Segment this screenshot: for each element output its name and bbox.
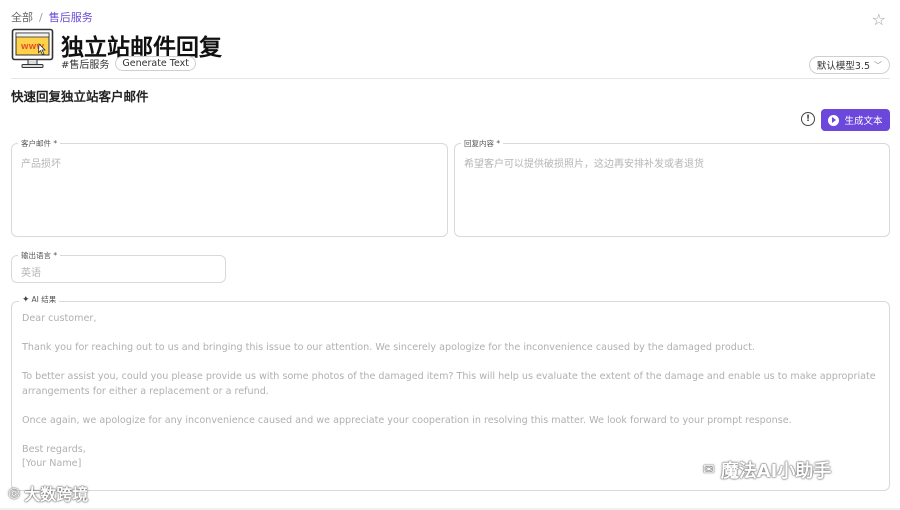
ai-result-label: ✦ AI 结果 <box>19 294 60 305</box>
app-icon: WWW <box>11 28 54 70</box>
sparkle-icon: ✦ <box>22 294 30 305</box>
watermark-left-text: 大数跨境 <box>24 485 89 504</box>
watermark-left: ◎ 大数跨境 <box>8 481 88 505</box>
favorite-star-icon[interactable]: ☆ <box>872 10 886 29</box>
monitor-email-icon: WWW <box>11 28 54 68</box>
chevron-down-icon: ﹀ <box>874 60 882 70</box>
generate-button[interactable]: 生成文本 <box>821 109 890 131</box>
model-select-value: 默认模型3.5 <box>816 61 870 72</box>
output-language-label: 输出语言 * <box>18 250 61 261</box>
watermark-right: ✉ 魔法AI小助手 <box>703 457 831 483</box>
model-select[interactable]: 默认模型3.5 ﹀ <box>808 56 890 74</box>
reply-content-label: 回复内容 * <box>461 138 504 149</box>
type-tag: Generate Text <box>115 56 196 71</box>
customer-email-value: 产品损坏 <box>21 159 61 170</box>
breadcrumb-root[interactable]: 全部 <box>11 9 33 25</box>
play-icon <box>828 114 840 126</box>
watermark-right-text: 魔法AI小助手 <box>720 461 832 482</box>
wechat-icon: ✉ <box>703 462 715 478</box>
result-line: Thank you for reaching out to us and bri… <box>22 342 755 353</box>
ai-result-label-text: AI 结果 <box>31 295 57 304</box>
reply-content-value: 希望客户可以提供破损照片，这边再安排补发或者退货 <box>464 159 704 170</box>
result-line: Best regards, <box>22 443 86 455</box>
output-language-value: 英语 <box>21 268 41 279</box>
generate-button-label: 生成文本 <box>844 116 883 127</box>
info-icon[interactable]: ! <box>801 112 815 126</box>
result-line: Dear customer, <box>22 313 97 324</box>
breadcrumb-current[interactable]: 售后服务 <box>49 9 93 25</box>
watermark-logo-icon: ◎ <box>8 485 21 501</box>
customer-email-field[interactable] <box>11 143 448 237</box>
customer-email-label: 客户邮件 * <box>18 138 61 149</box>
breadcrumb: 全部 / 售后服务 <box>11 9 93 25</box>
header-divider <box>11 78 890 79</box>
tag-row: #售后服务 Generate Text <box>61 56 196 71</box>
category-tag[interactable]: #售后服务 <box>61 56 109 71</box>
breadcrumb-separator: / <box>39 10 43 24</box>
page-subtitle: 快速回复独立站客户邮件 <box>11 89 149 104</box>
result-line: Once again, we apologize for any inconve… <box>22 414 792 426</box>
result-line: To better assist you, could you please p… <box>22 371 876 397</box>
